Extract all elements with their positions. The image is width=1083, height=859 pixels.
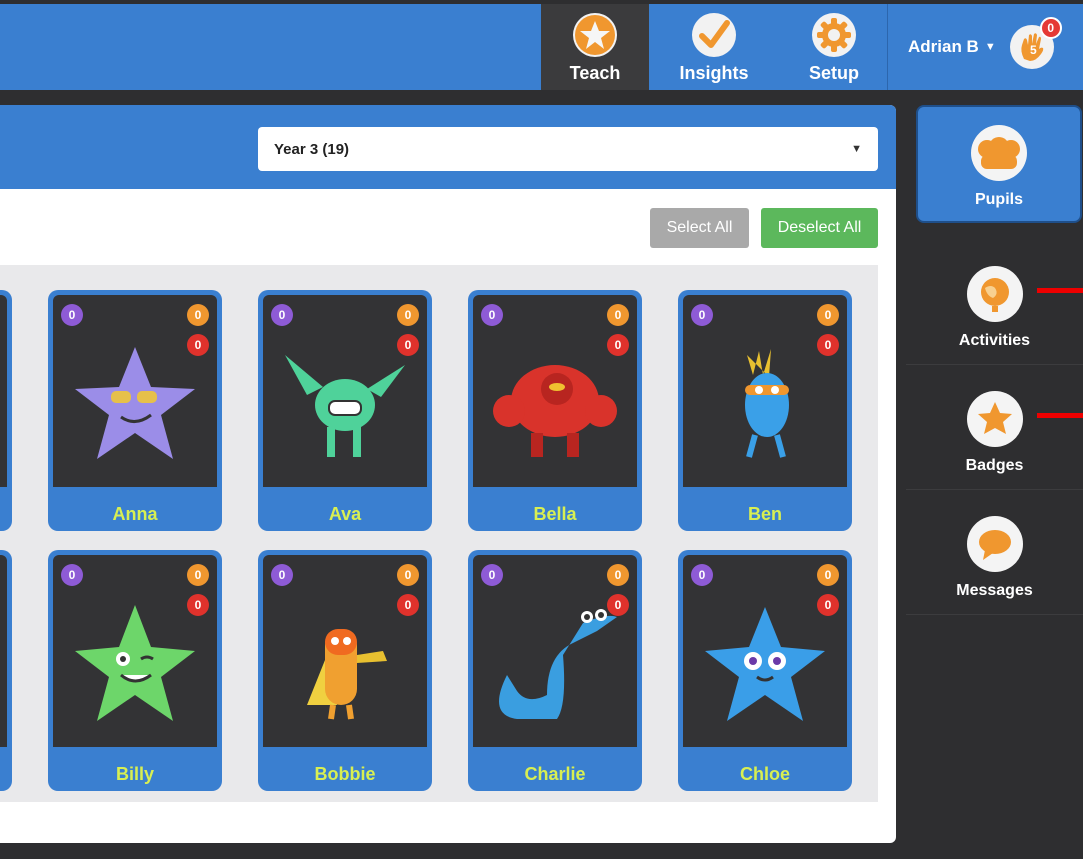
- pupil-name: Charlie: [524, 764, 586, 784]
- pupil-card-partial[interactable]: [0, 550, 12, 791]
- avatar: [285, 355, 405, 457]
- chevron-down-icon: ▼: [851, 143, 862, 155]
- pupils-icon: [971, 125, 1027, 181]
- avatar: [75, 347, 195, 459]
- pupil-card[interactable]: 0 0 0 Charlie: [468, 550, 642, 791]
- annotation-line: [1037, 288, 1083, 293]
- class-select[interactable]: Year 3 (19) ▼: [258, 127, 878, 171]
- nav-setup-label: Setup: [808, 63, 859, 83]
- avatar: [745, 349, 789, 458]
- user-menu[interactable]: Adrian B ▼ 5 0: [887, 4, 1083, 90]
- pupil-name: Bella: [533, 504, 577, 524]
- sidebar-item-messages[interactable]: Messages: [906, 490, 1083, 615]
- star-icon: [573, 13, 617, 57]
- pupil-card[interactable]: 0 0 0 Bobbie: [258, 550, 432, 791]
- class-select-value: Year 3 (19): [274, 140, 350, 158]
- gear-icon: [812, 13, 856, 57]
- pupil-name: Billy: [115, 764, 154, 784]
- sidebar-item-activities[interactable]: Activities: [906, 240, 1083, 365]
- orange-points-badge: 0: [607, 304, 629, 326]
- sidebar-item-pupils[interactable]: Pupils: [916, 105, 1082, 223]
- orange-points-badge: 0: [817, 564, 839, 586]
- pupil-grid: 0 0 0 Anna 0 0 0 Ava 0 0 0 Bella 0 0 0 B…: [0, 265, 878, 802]
- pupil-card-partial[interactable]: [0, 290, 12, 531]
- purple-points-badge: 0: [481, 564, 503, 586]
- sidebar-item-label: Badges: [965, 457, 1024, 474]
- nav-setup[interactable]: Setup: [784, 4, 884, 90]
- pupil-card[interactable]: 0 0 0 Bella: [468, 290, 642, 531]
- sidebar-item-label: Activities: [958, 332, 1031, 349]
- purple-points-badge: 0: [481, 304, 503, 326]
- speech-bubble-icon: [966, 516, 1023, 572]
- sidebar-item-label: Messages: [956, 582, 1033, 599]
- select-all-button[interactable]: Select All: [650, 208, 749, 248]
- pupil-card[interactable]: 0 0 0 Billy: [48, 550, 222, 791]
- avatar: [499, 609, 617, 719]
- right-sidebar: Pupils Activities Badges Messages: [906, 95, 1083, 615]
- avatar: [705, 607, 825, 721]
- purple-points-badge: 0: [691, 564, 713, 586]
- pupil-card[interactable]: 0 0 0 Anna: [48, 290, 222, 531]
- nav-insights-label: Insights: [679, 63, 749, 83]
- globe-icon: [966, 266, 1023, 322]
- nav-insights[interactable]: Insights: [654, 4, 774, 90]
- orange-points-badge: 0: [607, 564, 629, 586]
- hand-icon[interactable]: 5 0: [1009, 17, 1062, 69]
- pupil-card[interactable]: 0 0 0 Ava: [258, 290, 432, 531]
- pupils-panel: Year 3 (19) ▼ Select All Deselect All 0 …: [0, 105, 896, 843]
- nav-teach[interactable]: Teach: [541, 4, 649, 90]
- chevron-down-icon: ▼: [984, 41, 996, 53]
- notification-badge: 0: [1039, 17, 1062, 39]
- nav-teach-label: Teach: [569, 63, 621, 83]
- purple-points-badge: 0: [271, 564, 293, 586]
- badge-icon: [966, 391, 1023, 447]
- annotation-line: [1037, 413, 1083, 418]
- purple-points-badge: 0: [691, 304, 713, 326]
- avatar: [75, 605, 195, 721]
- purple-points-badge: 0: [61, 304, 83, 326]
- pupil-card[interactable]: 0 0 0 Ben: [678, 290, 852, 531]
- purple-points-badge: 0: [61, 564, 83, 586]
- purple-points-badge: 0: [271, 304, 293, 326]
- avatar: [307, 629, 387, 720]
- deselect-all-button[interactable]: Deselect All: [761, 208, 878, 248]
- check-icon: [692, 13, 736, 57]
- pupil-card[interactable]: 0 0 0 Chloe: [678, 550, 852, 791]
- user-name: Adrian B: [908, 37, 979, 56]
- pupil-name: Ava: [328, 504, 362, 524]
- top-bar: Teach Insights Setup Adrian B ▼ 5 0: [0, 0, 1083, 90]
- pupil-name: Ben: [747, 504, 782, 524]
- orange-points-badge: 0: [397, 564, 419, 586]
- orange-points-badge: 0: [187, 564, 209, 586]
- orange-points-badge: 0: [187, 304, 209, 326]
- pupil-name: Bobbie: [314, 764, 376, 784]
- panel-header: Year 3 (19) ▼: [0, 105, 896, 189]
- hand-badge-number: 5: [1030, 43, 1037, 57]
- pupil-name: Anna: [112, 504, 158, 524]
- avatar: [493, 365, 617, 457]
- orange-points-badge: 0: [817, 304, 839, 326]
- sidebar-item-label: Pupils: [974, 191, 1023, 208]
- pupil-name: Chloe: [739, 764, 790, 784]
- orange-points-badge: 0: [397, 304, 419, 326]
- sidebar-item-badges[interactable]: Badges: [906, 365, 1083, 490]
